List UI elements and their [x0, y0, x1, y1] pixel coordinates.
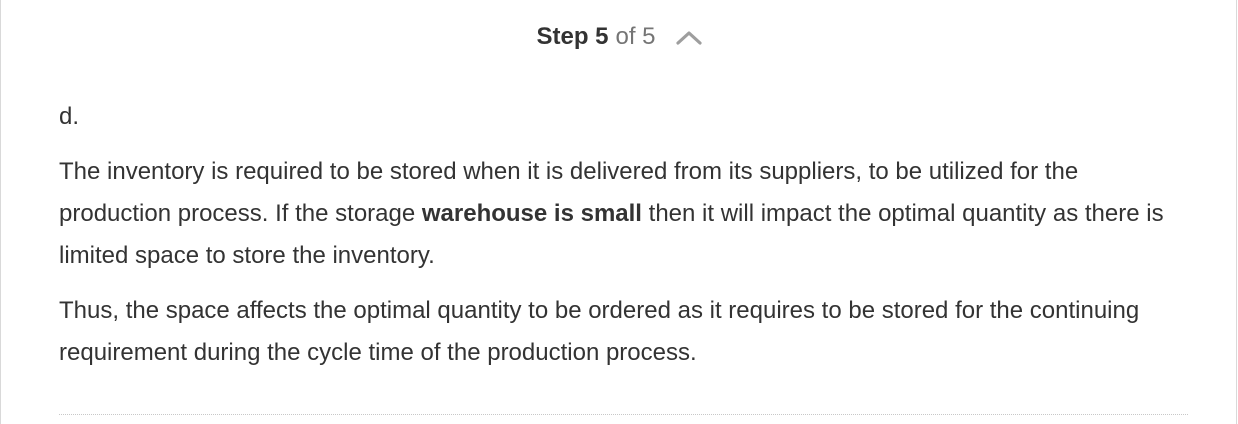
explanation-paragraph-1: The inventory is required to be stored w… [59, 151, 1189, 277]
step-content: d. The inventory is required to be store… [59, 96, 1189, 374]
step-total-label: of 5 [615, 23, 656, 50]
collapse-step-button[interactable] [674, 22, 704, 52]
step-current-label: Step 5 [536, 23, 609, 50]
section-divider [59, 414, 1188, 415]
step-header: Step 5 of 5 [1, 21, 1238, 53]
chevron-up-icon [675, 31, 702, 45]
part-label: d. [59, 103, 80, 130]
paragraph-1-emphasis: warehouse is small [421, 200, 642, 227]
step-panel: Step 5 of 5 d. The inventory is required… [0, 0, 1237, 424]
explanation-paragraph-2: Thus, the space affects the optimal quan… [59, 297, 1140, 366]
